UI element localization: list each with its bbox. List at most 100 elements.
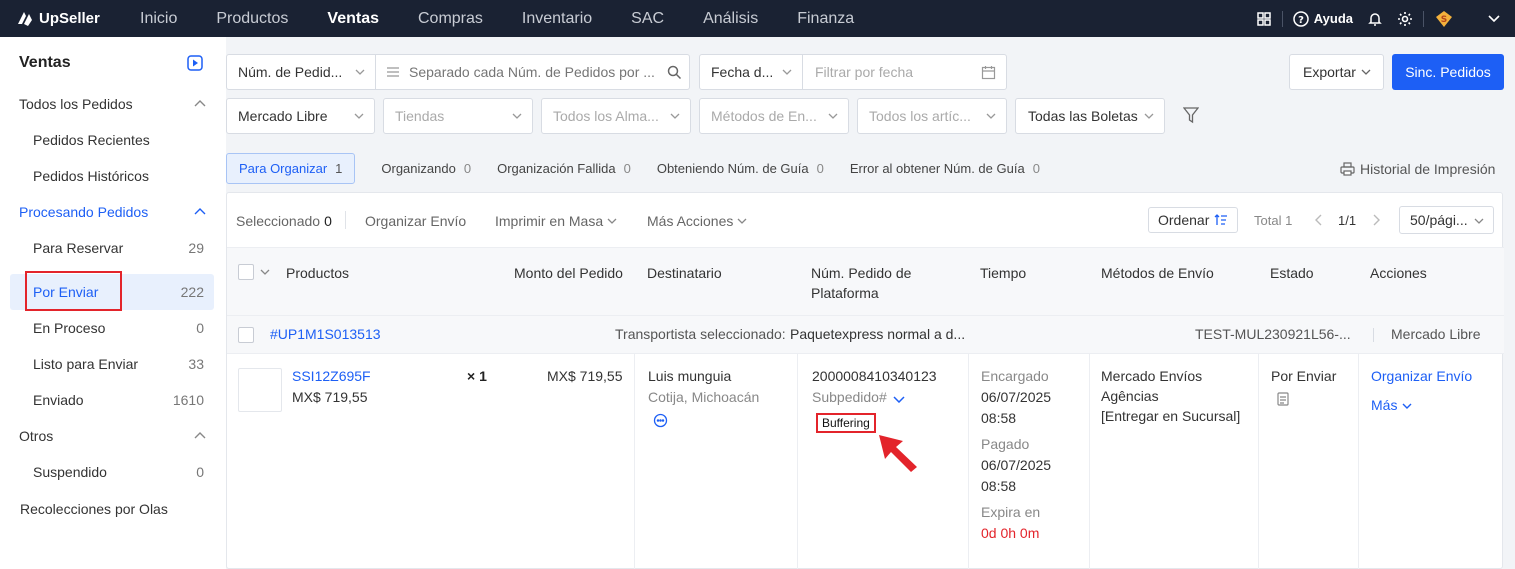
order-search-input[interactable] [409, 64, 667, 80]
sidebar-group-otros[interactable]: Otros [0, 418, 226, 454]
date-type-select[interactable]: Fecha d... [700, 55, 803, 89]
articles-placeholder: Todos los artíc... [869, 108, 971, 124]
more-actions-label: Más Acciones [647, 213, 734, 229]
chevron-down-icon [354, 113, 364, 119]
sort-label: Ordenar [1158, 212, 1210, 228]
chevron-right-icon[interactable] [1373, 214, 1381, 226]
sidebar-item-recent[interactable]: Pedidos Recientes [0, 122, 226, 158]
sidebar-item-history[interactable]: Pedidos Históricos [0, 158, 226, 194]
help-button[interactable]: ? Ayuda [1293, 10, 1353, 27]
sidebar-item-en-proceso[interactable]: En Proceso 0 [0, 310, 226, 346]
nav-finanza[interactable]: Finanza [797, 10, 854, 28]
column-divider [1089, 354, 1090, 569]
sidebar-group-all-orders[interactable]: Todos los Pedidos [0, 86, 226, 122]
tab-organizacion-fallida[interactable]: Organización Fallida 0 [497, 161, 631, 176]
column-metodos-envio: Métodos de Envío [1101, 265, 1214, 281]
chat-icon[interactable] [653, 413, 668, 428]
print-history-link[interactable]: Historial de Impresión [1340, 161, 1495, 177]
tab-para-organizar[interactable]: Para Organizar 1 [226, 152, 356, 184]
calendar-icon[interactable] [981, 65, 996, 80]
nav-compras[interactable]: Compras [418, 10, 483, 28]
organize-shipping-button[interactable]: Organizar Envío [365, 213, 466, 229]
order-number-select-value: Núm. de Pedid... [238, 64, 343, 80]
sort-icon [1214, 214, 1228, 225]
order-search-group: Núm. de Pedid... [226, 54, 690, 90]
recipient-location: Cotija, Michoacán [648, 389, 760, 405]
order-checkbox[interactable] [238, 327, 254, 343]
sidebar-item-label: Enviado [33, 392, 84, 408]
nav-sac[interactable]: SAC [631, 10, 664, 28]
date-type-value: Fecha d... [711, 64, 774, 80]
select-all-checkbox[interactable] [238, 264, 254, 280]
invoices-select[interactable]: Todas las Boletas [1015, 98, 1165, 134]
sidebar-item-label: Pedidos Recientes [33, 132, 150, 148]
sidebar-item-para-reservar[interactable]: Para Reservar 29 [0, 230, 226, 266]
buffering-badge: Buffering [816, 413, 876, 433]
sidebar-item-listo[interactable]: Listo para Enviar 33 [0, 346, 226, 382]
tab-count: 0 [1032, 160, 1040, 176]
shipping-method-line3: [Entregar en Sucursal] [1101, 408, 1241, 424]
tab-obteniendo-guia[interactable]: Obteniendo Núm. de Guía 0 [657, 161, 824, 176]
organize-shipping-action[interactable]: Organizar Envío [1371, 366, 1472, 387]
sync-orders-button[interactable]: Sinc. Pedidos [1392, 54, 1504, 90]
more-action[interactable]: Más [1371, 395, 1412, 416]
note-icon[interactable] [1277, 392, 1289, 406]
nav-inicio[interactable]: Inicio [140, 10, 177, 28]
sidebar-item-enviado[interactable]: Enviado 1610 [0, 382, 226, 418]
page-indicator: 1/1 [1338, 213, 1357, 228]
sidebar-group-label: Procesando Pedidos [19, 204, 149, 220]
subpedido-label: Subpedido# [812, 389, 887, 405]
nav-analisis[interactable]: Análisis [703, 10, 758, 28]
shipping-method-line1: Mercado Envíos [1101, 368, 1203, 384]
more-actions-button[interactable]: Más Acciones [647, 213, 747, 229]
sidebar-item-count: 0 [196, 320, 204, 336]
user-avatar[interactable]: S [1434, 9, 1454, 29]
date-range-input[interactable]: Filtrar por fecha [815, 64, 981, 80]
more-action-label: Más [1371, 397, 1398, 413]
total-count: Total 1 [1254, 213, 1293, 228]
gear-icon[interactable] [1397, 11, 1413, 27]
recipient-name: Luis munguia [648, 368, 732, 384]
nav-productos[interactable]: Productos [216, 10, 288, 28]
play-icon[interactable] [187, 55, 203, 74]
sidebar-group-processing[interactable]: Procesando Pedidos [0, 194, 226, 230]
marketplace-select[interactable]: Mercado Libre [226, 98, 375, 134]
app-logo[interactable]: UpSeller [15, 10, 140, 28]
nav-ventas[interactable]: Ventas [327, 10, 379, 28]
divider [1281, 10, 1283, 27]
column-divider [1358, 354, 1359, 569]
tab-error-guia[interactable]: Error al obtener Núm. de Guía 0 [850, 161, 1040, 176]
sidebar-item-suspendido[interactable]: Suspendido 0 [0, 454, 226, 490]
sort-button[interactable]: Ordenar [1148, 207, 1238, 233]
shipping-methods-select[interactable]: Métodos de En... [699, 98, 849, 134]
paid-label: Pagado [981, 436, 1030, 452]
column-productos: Productos [286, 265, 350, 281]
search-icon[interactable] [667, 65, 682, 80]
selected-label: Seleccionado [236, 213, 321, 229]
sidebar-title: Ventas [19, 54, 71, 71]
tab-organizando[interactable]: Organizando 0 [381, 161, 471, 176]
articles-select[interactable]: Todos los artíc... [857, 98, 1007, 134]
stores-select[interactable]: Tiendas [383, 98, 533, 134]
export-button[interactable]: Exportar [1289, 54, 1384, 90]
order-number-select[interactable]: Núm. de Pedid... [227, 55, 376, 89]
sidebar-item-olas[interactable]: Recolecciones por Olas [0, 491, 226, 527]
chevron-down-icon[interactable] [260, 269, 270, 275]
order-id-link[interactable]: #UP1M1S013513 [270, 324, 381, 345]
bell-icon[interactable] [1367, 11, 1383, 27]
chevron-down-icon [607, 218, 617, 224]
filter-icon[interactable] [1183, 107, 1199, 124]
product-sku-link[interactable]: SSI12Z695F [292, 366, 371, 387]
nav-inventario[interactable]: Inventario [522, 10, 592, 28]
ordered-label: Encargado [981, 368, 1049, 384]
chevron-down-icon[interactable] [1488, 14, 1500, 23]
order-status: Por Enviar [1271, 368, 1337, 384]
chevron-down-icon[interactable] [893, 396, 905, 403]
bulk-print-button[interactable]: Imprimir en Masa [495, 213, 617, 229]
apps-grid-icon[interactable] [1256, 11, 1272, 27]
sidebar-item-count: 33 [188, 356, 204, 372]
warehouses-select[interactable]: Todos los Alma... [541, 98, 691, 134]
chevron-left-icon[interactable] [1314, 214, 1322, 226]
product-thumbnail[interactable] [238, 368, 282, 412]
per-page-select[interactable]: 50/pági... [1399, 206, 1494, 234]
